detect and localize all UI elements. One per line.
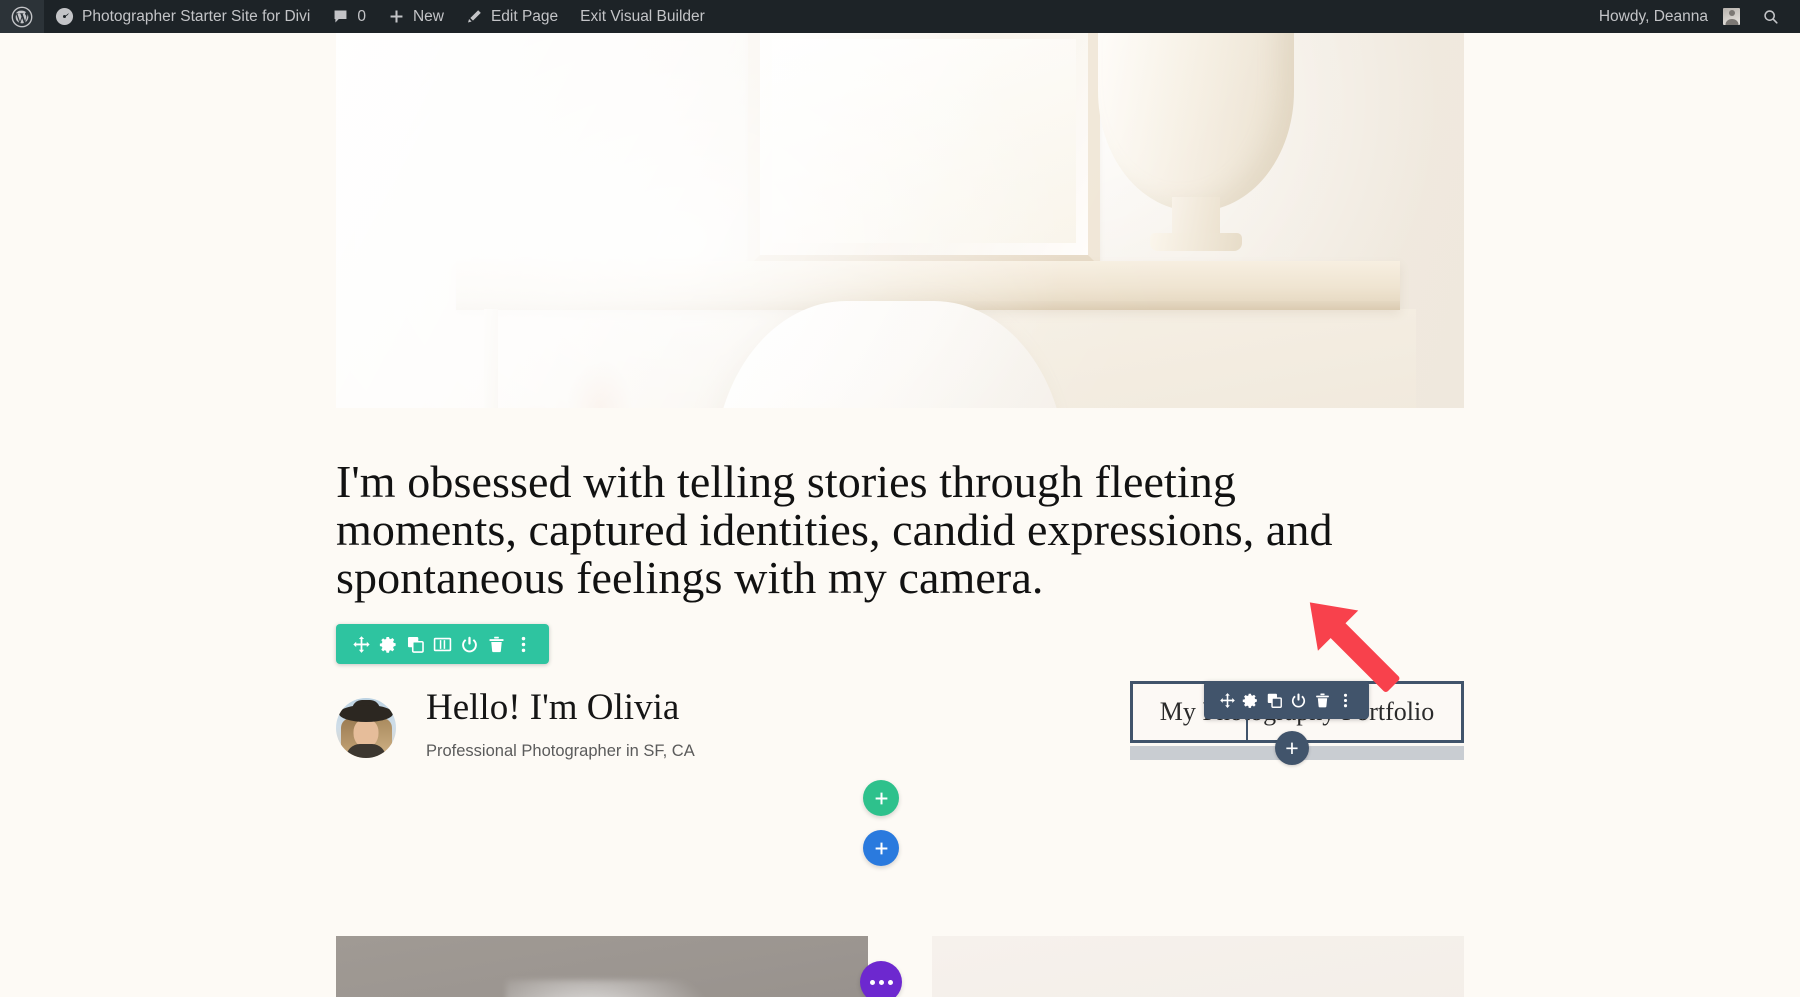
headline-text: I'm obsessed with telling stories throug… (336, 456, 1333, 603)
pencil-icon (467, 10, 481, 23)
bottom-left-highlight (506, 980, 716, 997)
move-arrows-icon (352, 635, 370, 653)
disable-module-button[interactable] (459, 630, 481, 658)
delete-module-button[interactable] (486, 630, 508, 658)
about-title: Hello! I'm Olivia (426, 687, 680, 728)
edit-page-label: Edit Page (490, 7, 559, 25)
trash-icon (489, 636, 504, 652)
move-module-button[interactable] (350, 630, 372, 658)
new-label: New (412, 7, 444, 25)
new-content-menu[interactable]: New (377, 0, 455, 33)
add-row-button[interactable]: + (1275, 731, 1309, 765)
plus-icon (390, 10, 403, 23)
duplicate-icon (1267, 693, 1283, 708)
site-name-menu[interactable]: Photographer Starter Site for Divi (44, 0, 321, 33)
page-settings-button[interactable] (860, 961, 902, 997)
module-more-button[interactable] (513, 630, 535, 658)
comments-count-label: 0 (357, 7, 366, 25)
exit-visual-builder-label: Exit Visual Builder (580, 7, 705, 25)
about-row: Hello! I'm Olivia Professional Photograp… (336, 687, 695, 761)
avatar-body (346, 744, 386, 758)
comments-menu[interactable]: 0 (321, 0, 377, 33)
column-structure-button[interactable] (431, 630, 453, 658)
duplicate-icon (407, 636, 424, 653)
bottom-left-image (336, 936, 868, 997)
site-title-label: Photographer Starter Site for Divi (82, 7, 311, 25)
kebab-menu-icon (522, 636, 526, 652)
plus-icon (875, 792, 887, 804)
edit-page-menu[interactable]: Edit Page (455, 0, 569, 33)
module-settings-button[interactable] (377, 630, 399, 658)
duplicate-row-button[interactable] (1264, 686, 1286, 714)
dashboard-speedometer-icon (55, 7, 74, 26)
module-toolbar[interactable] (336, 624, 549, 664)
wp-admin-bar: Photographer Starter Site for Divi 0 New… (0, 0, 1800, 33)
search-icon (1764, 10, 1778, 24)
trash-icon (1315, 693, 1329, 707)
add-section-button[interactable] (863, 830, 899, 866)
user-avatar-icon (1723, 8, 1740, 25)
admin-bar-left-group: Photographer Starter Site for Divi 0 New… (0, 0, 716, 33)
page-canvas: I'm obsessed with telling stories throug… (0, 33, 1800, 997)
wp-logo-menu[interactable] (0, 0, 44, 33)
gear-icon (379, 636, 396, 653)
row-settings-button[interactable] (1240, 686, 1262, 714)
hero-photo-interior (336, 33, 1464, 408)
kebab-menu-icon (1344, 693, 1348, 707)
power-icon (1291, 693, 1305, 708)
exit-visual-builder-menu[interactable]: Exit Visual Builder (569, 0, 716, 33)
move-arrows-icon (1219, 692, 1235, 708)
delete-row-button[interactable] (1311, 686, 1333, 714)
profile-photo-icon (336, 698, 396, 758)
avatar-hat-brim (339, 705, 393, 722)
howdy-label: Howdy, Deanna (1598, 7, 1708, 25)
power-icon (462, 636, 477, 652)
duplicate-module-button[interactable] (404, 630, 426, 658)
move-row-button[interactable] (1216, 686, 1238, 714)
hero-light-overlay (336, 33, 1464, 408)
about-text-block: Hello! I'm Olivia Professional Photograp… (426, 687, 695, 761)
comment-bubble-icon (334, 10, 347, 23)
row-more-button[interactable] (1335, 686, 1357, 714)
row-toolbar[interactable] (1204, 681, 1369, 719)
columns-icon (433, 637, 452, 651)
add-module-button[interactable] (863, 780, 899, 816)
my-account-menu[interactable]: Howdy, Deanna (1588, 0, 1751, 33)
disable-row-button[interactable] (1287, 686, 1309, 714)
hero-image (336, 33, 1464, 408)
gear-icon (1243, 693, 1258, 708)
admin-bar-right-group: Howdy, Deanna (1588, 0, 1800, 33)
about-subtitle: Professional Photographer in SF, CA (426, 741, 695, 760)
plus-icon (875, 842, 887, 854)
wordpress-logo-icon (11, 6, 33, 27)
bottom-right-block (932, 936, 1464, 997)
ellipsis-icon (869, 979, 893, 985)
search-menu[interactable] (1751, 0, 1790, 33)
